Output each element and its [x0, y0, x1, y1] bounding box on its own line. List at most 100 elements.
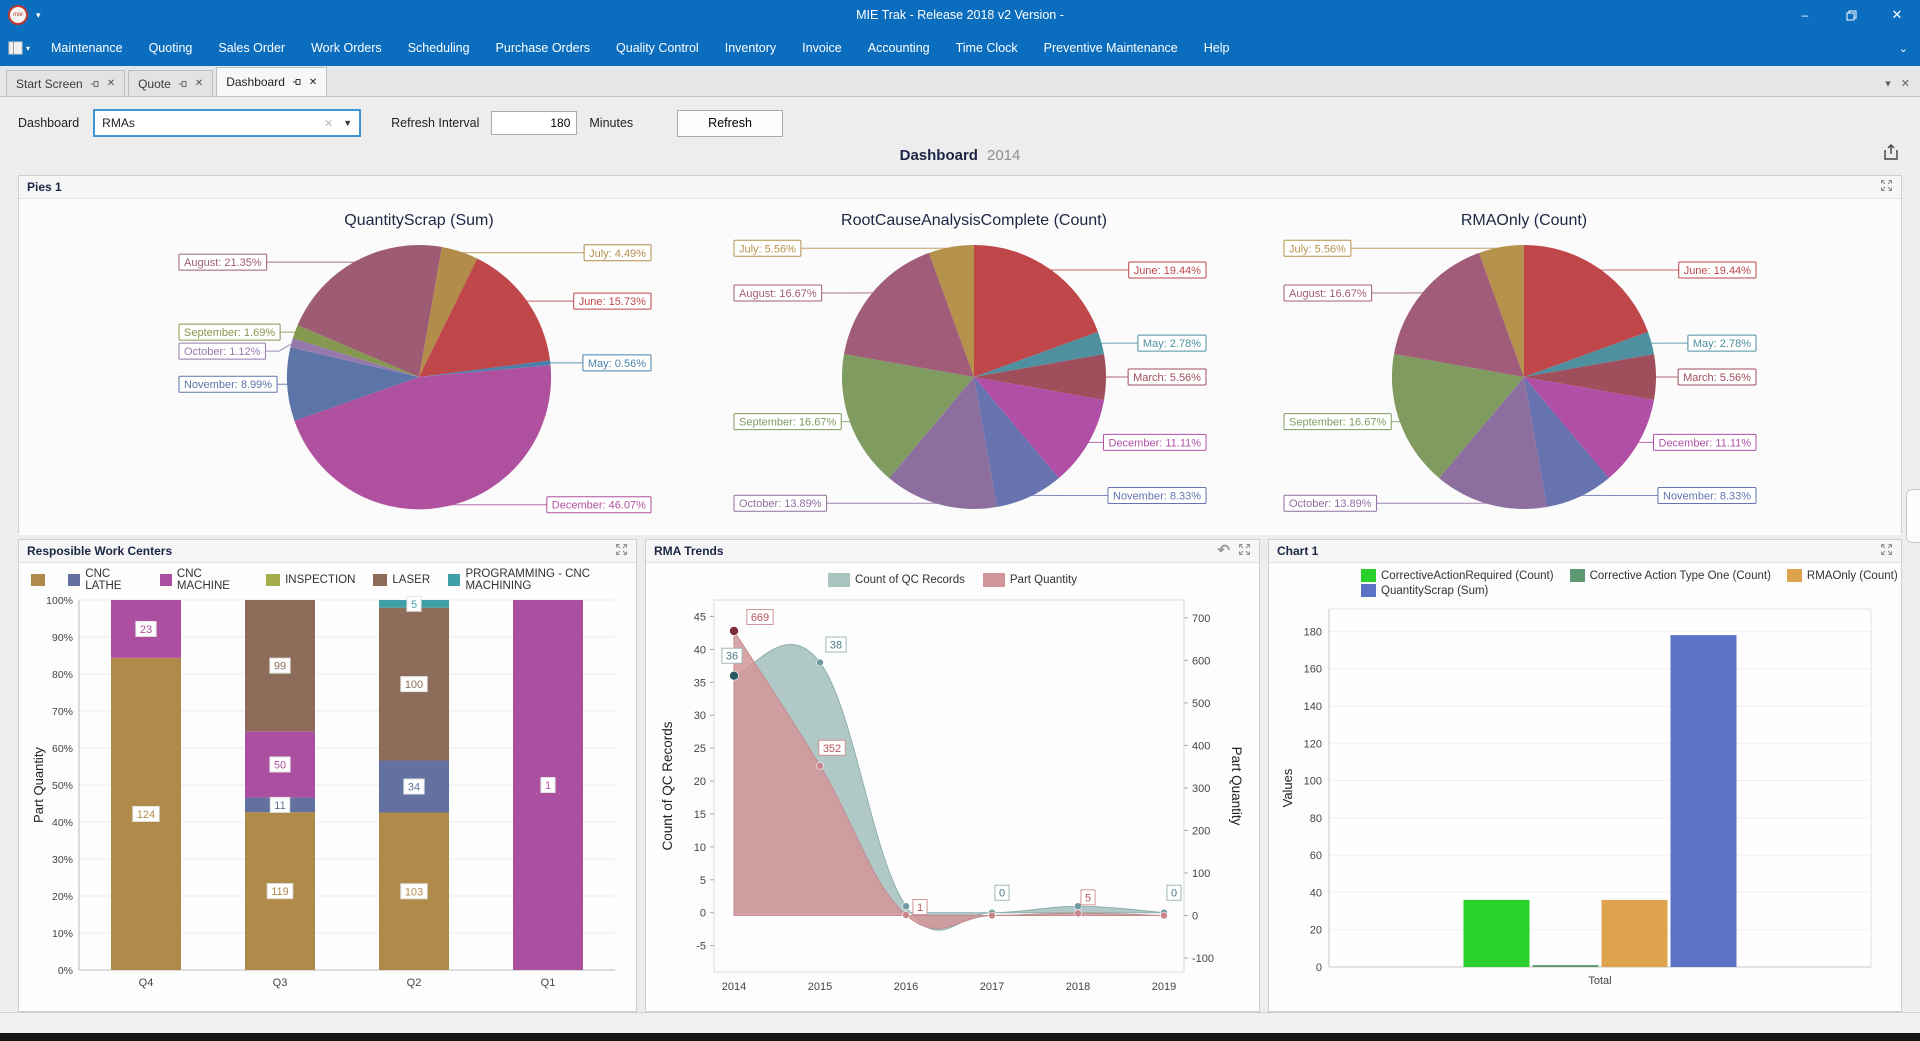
tab-close-icon[interactable]: ✕ — [309, 77, 317, 88]
bar[interactable] — [1533, 965, 1599, 967]
refresh-button[interactable]: Refresh — [677, 110, 783, 137]
x-tick-label: 2014 — [722, 981, 746, 993]
expand-icon[interactable] — [1880, 543, 1893, 559]
data-point[interactable] — [729, 671, 738, 680]
application-menu-icon[interactable]: ▾ — [0, 41, 38, 56]
data-point[interactable] — [902, 912, 909, 919]
pin-icon[interactable] — [90, 79, 100, 89]
close-button[interactable]: ✕ — [1874, 0, 1920, 30]
point-label: 0 — [1171, 888, 1177, 900]
legend-label: CNC LATHE — [85, 568, 141, 592]
tab-label: Quote — [138, 77, 171, 91]
legend-item: INSPECTION — [266, 574, 355, 586]
menu-item-help[interactable]: Help — [1191, 30, 1243, 66]
y-tick-label: 200 — [1192, 825, 1210, 837]
menu-item-preventive-maintenance[interactable]: Preventive Maintenance — [1031, 30, 1191, 66]
legend-swatch — [1361, 584, 1376, 597]
expand-icon[interactable] — [1880, 179, 1893, 195]
refresh-interval-input[interactable] — [491, 111, 577, 135]
legend-swatch — [1361, 569, 1376, 582]
tab-label: Start Screen — [16, 77, 83, 91]
y-axis-title: Part Quantity — [31, 747, 46, 823]
panel-work-centers: Resposible Work Centers CNC LATHECNC MAC… — [18, 539, 637, 1012]
menu-item-time-clock[interactable]: Time Clock — [943, 30, 1031, 66]
menu-overflow-chevron-icon[interactable]: ⌄ — [1899, 42, 1920, 55]
combo-dropdown-icon[interactable]: ▼ — [343, 118, 352, 128]
menu-item-accounting[interactable]: Accounting — [855, 30, 943, 66]
pin-icon[interactable] — [292, 77, 302, 87]
pin-icon[interactable] — [178, 79, 188, 89]
restore-button[interactable] — [1828, 0, 1874, 30]
y-tick-label: 80 — [1310, 813, 1322, 825]
legend-label: Corrective Action Type One (Count) — [1590, 570, 1771, 582]
strip-close-icon[interactable]: ✕ — [1901, 77, 1910, 90]
menu-item-scheduling[interactable]: Scheduling — [395, 30, 483, 66]
y-tick-label: 700 — [1192, 613, 1210, 625]
bar-value-label: 50 — [274, 759, 286, 771]
tab-close-icon[interactable]: ✕ — [107, 78, 115, 89]
pie-label: July: 5.56% — [739, 243, 796, 255]
bar[interactable] — [1671, 635, 1737, 967]
pie-label: November: 8.99% — [184, 379, 272, 391]
dashboard-combobox[interactable]: RMAs ✕ ▼ — [93, 109, 361, 137]
data-point[interactable] — [1160, 912, 1167, 919]
y-tick-label: 180 — [1304, 626, 1322, 638]
expand-icon[interactable] — [615, 543, 628, 559]
menu-item-work-orders[interactable]: Work Orders — [298, 30, 395, 66]
quick-access-arrow-icon[interactable]: ▾ — [36, 10, 41, 21]
menu-item-inventory[interactable]: Inventory — [712, 30, 789, 66]
menu-item-quality-control[interactable]: Quality Control — [603, 30, 712, 66]
y-tick-label: 100 — [1192, 868, 1210, 880]
menu-item-quoting[interactable]: Quoting — [136, 30, 206, 66]
bar[interactable] — [1464, 900, 1530, 967]
window-title: MIE Trak - Release 2018 v2 Version - — [0, 8, 1920, 22]
combo-clear-icon[interactable]: ✕ — [324, 117, 333, 130]
menu-item-maintenance[interactable]: Maintenance — [38, 30, 136, 66]
undo-icon[interactable]: ↶ — [1217, 546, 1230, 556]
export-icon — [1882, 143, 1900, 161]
tab-quote[interactable]: Quote ✕ — [128, 70, 213, 96]
data-point[interactable] — [1074, 910, 1081, 917]
bar-value-label: 99 — [274, 661, 286, 673]
y-tick-label: 500 — [1192, 698, 1210, 710]
y-tick-label: 400 — [1192, 740, 1210, 752]
expand-icon[interactable] — [1238, 543, 1251, 559]
tab-start-screen[interactable]: Start Screen ✕ — [6, 70, 125, 96]
bar-value-label: 124 — [137, 809, 155, 821]
pie-title: RMAOnly (Count) — [1461, 212, 1587, 229]
pie-title: RootCauseAnalysisComplete (Count) — [841, 212, 1107, 229]
chart1-legend: CorrectiveActionRequired (Count)Correcti… — [1361, 563, 1916, 597]
tab-list-chevron-icon[interactable]: ▾ — [1885, 77, 1891, 90]
menu-item-sales-order[interactable]: Sales Order — [205, 30, 298, 66]
y-tick-label: 160 — [1304, 664, 1322, 676]
minimize-button[interactable]: – — [1782, 0, 1828, 30]
page-title: Dashboard — [900, 147, 978, 164]
data-point[interactable] — [988, 912, 995, 919]
export-button[interactable] — [1882, 143, 1900, 166]
tab-close-icon[interactable]: ✕ — [195, 78, 203, 89]
data-point[interactable] — [816, 659, 823, 666]
y-tick-label: 5 — [700, 875, 706, 887]
point-label: 352 — [823, 743, 841, 755]
y-tick-label: 120 — [1304, 738, 1322, 750]
x-tick-label: 2018 — [1066, 981, 1090, 993]
tab-dashboard[interactable]: Dashboard ✕ — [216, 67, 327, 96]
y-tick-label: 20 — [1310, 925, 1322, 937]
legend-swatch — [68, 574, 80, 586]
legend-label: QuantityScrap (Sum) — [1381, 585, 1488, 597]
data-point[interactable] — [729, 627, 738, 636]
legend-item: Corrective Action Type One (Count) — [1570, 569, 1771, 582]
pie-label: December: 11.11% — [1109, 437, 1202, 449]
menu-item-purchase-orders[interactable]: Purchase Orders — [483, 30, 603, 66]
x-tick-label: 2016 — [894, 981, 918, 993]
data-point[interactable] — [816, 762, 823, 769]
data-point[interactable] — [902, 903, 909, 910]
y-tick-label: 70% — [52, 706, 73, 718]
menu-item-invoice[interactable]: Invoice — [789, 30, 855, 66]
pie-label: March: 5.56% — [1133, 372, 1201, 384]
y-tick-label: 60% — [52, 743, 73, 755]
page-title-year: 2014 — [987, 147, 1020, 164]
legend-label: PROGRAMMING - CNC MACHINING — [465, 568, 636, 592]
side-flyout-handle[interactable] — [1906, 489, 1920, 543]
bar[interactable] — [1602, 900, 1668, 967]
